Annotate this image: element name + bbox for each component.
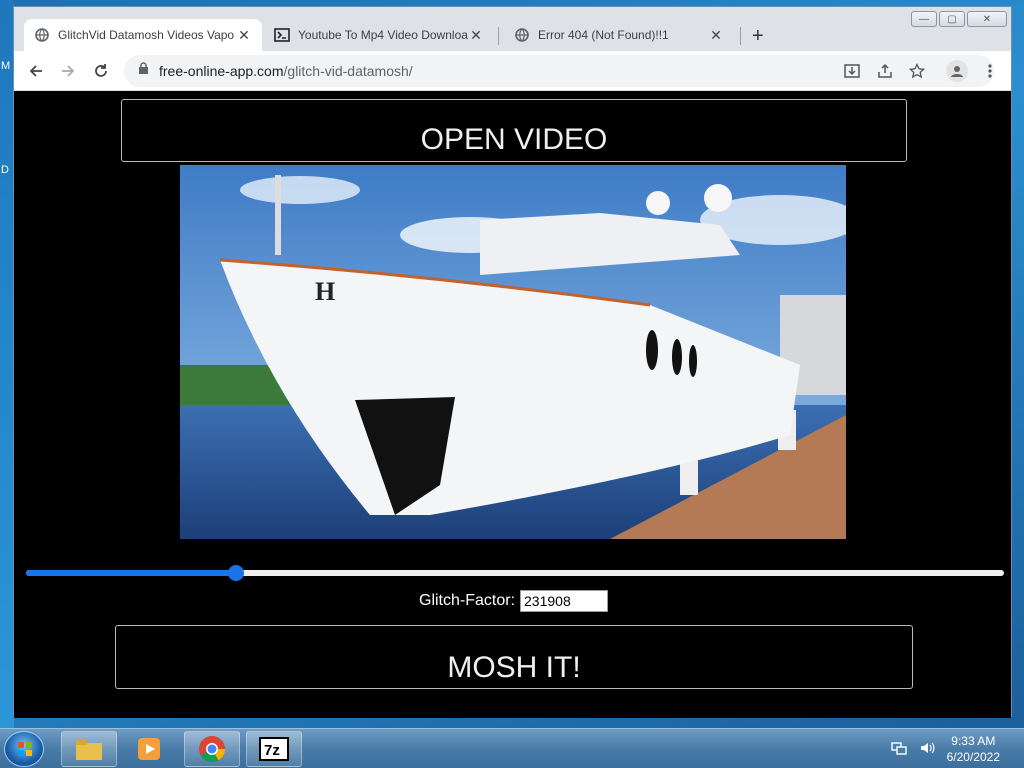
video-preview-image: H [180,165,846,539]
close-tab-icon[interactable]: ✕ [708,27,724,44]
reload-icon[interactable] [91,61,111,81]
open-video-button[interactable]: OPEN VIDEO [121,99,907,162]
url-path: /glitch-vid-datamosh/ [283,63,413,79]
tab-title: Error 404 (Not Found)!!1 [538,28,669,42]
minimize-button[interactable]: — [911,11,937,27]
clock-time: 9:33 AM [951,734,996,748]
svg-text:7z: 7z [264,742,280,759]
bookmark-star-icon[interactable] [907,61,927,81]
close-tab-icon[interactable]: ✕ [236,27,252,44]
start-button[interactable] [4,731,44,767]
tab-error-404[interactable]: Error 404 (Not Found)!!1 ✕ [504,19,734,51]
profile-avatar-icon[interactable] [946,60,968,82]
tab-title: GlitchVid Datamosh Videos Vapo [58,28,235,42]
mosh-it-button[interactable]: MOSH IT! [115,625,913,689]
taskbar-media-player[interactable] [121,731,177,767]
download-site-icon [274,27,290,43]
tab-youtube-downloader[interactable]: Youtube To Mp4 Video Downloa ✕ [264,19,494,51]
tab-separator [740,27,741,45]
volume-icon[interactable] [919,740,935,759]
page-content: OPEN VIDEO H Glitch-Factor: 231908 MOSH … [14,92,1011,718]
tab-title: Youtube To Mp4 Video Downloa [298,28,468,42]
network-icon[interactable] [890,740,907,759]
file-explorer-icon [76,740,102,760]
tab-strip: GlitchVid Datamosh Videos Vapo ✕ Youtube… [14,7,1011,51]
new-tab-button[interactable]: + [752,25,764,48]
chrome-icon [199,736,226,763]
window-controls: — ▢ ✕ [911,11,1007,27]
system-tray: 9:33 AM 6/20/2022 [890,729,1024,768]
slider-thumb[interactable] [228,565,245,581]
url-host: free-online-app.com [159,63,284,79]
taskbar-file-explorer[interactable] [61,731,117,767]
tab-separator [498,27,499,45]
windows-logo-icon [18,742,32,756]
lock-icon[interactable] [138,62,149,80]
share-icon[interactable] [875,61,895,81]
media-player-icon [138,738,160,760]
glitch-factor-label: Glitch-Factor: [419,592,516,609]
maximize-button[interactable]: ▢ [939,11,965,27]
desktop-icon-label: M [1,60,11,72]
desktop-background: M D [0,0,14,728]
svg-text:H: H [315,277,335,306]
taskbar-chrome[interactable] [184,731,240,767]
browser-toolbar: free-online-app.com/glitch-vid-datamosh/ [14,51,1011,91]
close-window-button[interactable]: ✕ [967,11,1007,27]
clock-date: 6/20/2022 [946,750,1000,764]
7zip-icon: 7z [259,737,289,761]
back-icon[interactable] [26,61,46,81]
browser-window: GlitchVid Datamosh Videos Vapo ✕ Youtube… [13,6,1012,718]
tab-glitchvid[interactable]: GlitchVid Datamosh Videos Vapo ✕ [24,19,262,51]
url-text: free-online-app.com/glitch-vid-datamosh/ [159,63,413,79]
glitch-factor-input[interactable] [520,590,609,612]
globe-icon [34,27,50,43]
taskbar-7zip[interactable]: 7z [246,731,302,767]
glitch-factor-row: Glitch-Factor: [419,590,609,612]
desktop-icon-label: D [1,164,9,176]
address-bar[interactable]: free-online-app.com/glitch-vid-datamosh/ [124,55,994,87]
forward-icon[interactable] [58,61,78,81]
install-app-icon[interactable] [842,61,862,81]
menu-kebab-icon[interactable] [980,61,1000,81]
close-tab-icon[interactable]: ✕ [468,27,484,44]
taskbar: 7z 9:33 AM 6/20/2022 [0,728,1024,768]
globe-icon [514,27,530,43]
glitch-factor-slider[interactable] [26,565,1004,581]
slider-fill [26,570,237,576]
clock[interactable]: 9:33 AM 6/20/2022 [947,733,1000,765]
